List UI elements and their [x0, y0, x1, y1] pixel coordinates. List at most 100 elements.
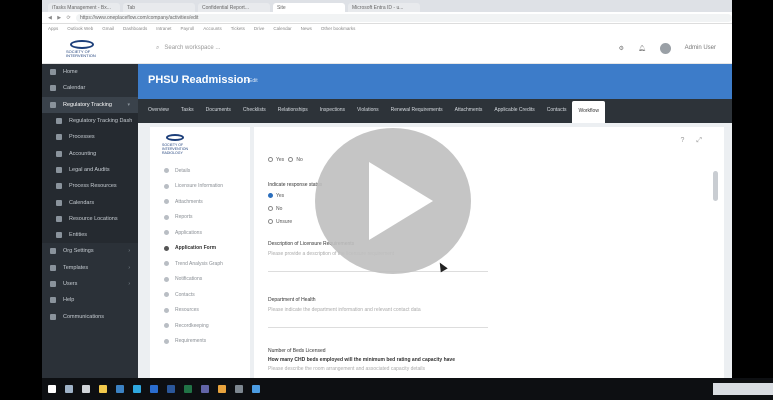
browser-tab[interactable]: Tab [123, 3, 195, 12]
form-actions: ? ⤢ [680, 137, 702, 145]
settings-icon[interactable]: ⚙ [619, 45, 624, 52]
tab-attachments[interactable]: Attachments [449, 99, 489, 123]
bookmark[interactable]: Intranet [156, 26, 171, 31]
sidebar-subitem[interactable]: Calendars [42, 194, 138, 211]
browser-tab[interactable]: Microsoft Entra ID - u... [348, 3, 420, 12]
sidebar-subitem[interactable]: Process Resources [42, 178, 138, 195]
store-icon[interactable] [252, 385, 260, 393]
sidebar-subitem[interactable]: Legal and Audits [42, 161, 138, 179]
browser-tab[interactable]: Confidential Report... [198, 3, 270, 12]
sidebar-item-help[interactable]: Help [42, 292, 138, 308]
radio-button[interactable] [268, 219, 273, 225]
app-header: SOCIETY OF INTERVENTION ⌕ Search workspa… [42, 33, 732, 64]
bookmark[interactable]: Tickets [231, 26, 245, 31]
sidebar-subitem[interactable]: Accounting [42, 145, 138, 162]
search-icon[interactable] [65, 385, 73, 393]
section-nav-item[interactable]: Requirements [150, 334, 250, 350]
expand-icon[interactable]: ⤢ [696, 137, 702, 145]
tab-inspections[interactable]: Inspections [314, 99, 351, 123]
sidebar-subitem[interactable]: Processes [42, 129, 138, 146]
tab-contacts[interactable]: Contacts [541, 99, 573, 123]
brand-logo[interactable]: SOCIETY OF INTERVENTION [64, 38, 116, 58]
tab-tasks[interactable]: Tasks [175, 99, 200, 123]
sidebar-subitem[interactable]: Resource Locations [42, 210, 138, 227]
scrollbar[interactable] [713, 171, 718, 201]
search-input[interactable]: Search workspace ... [164, 45, 220, 51]
radio-option[interactable]: Yes [268, 193, 284, 199]
section-nav-item[interactable]: Attachments [150, 194, 250, 210]
section-nav-item[interactable]: Details [150, 163, 250, 179]
excel-icon[interactable] [184, 385, 192, 393]
bullet-icon [164, 338, 169, 344]
settings-icon[interactable] [235, 385, 243, 393]
page-title-meta[interactable]: - Edit [246, 78, 258, 84]
bookmark[interactable]: Accounts [203, 26, 222, 31]
sidebar-item-users[interactable]: Users › [42, 276, 138, 292]
sidebar-item-templates[interactable]: Templates › [42, 260, 138, 276]
word-icon[interactable] [167, 385, 175, 393]
radio-option[interactable]: No [268, 206, 282, 212]
bullet-icon [164, 214, 169, 220]
radio-button[interactable] [268, 206, 273, 212]
play-button-icon[interactable] [313, 126, 473, 276]
browser-tab[interactable]: iTasks Management - Bx... [48, 3, 120, 12]
explorer-icon[interactable] [99, 385, 107, 393]
tab-relationships[interactable]: Relationships [272, 99, 314, 123]
bookmark[interactable]: Calendar [273, 26, 291, 31]
bookmark[interactable]: Apps [48, 26, 58, 31]
browser-tab-active[interactable]: Site [273, 3, 345, 12]
radio-button[interactable] [288, 157, 294, 163]
bookmark[interactable]: Gmail [102, 26, 114, 31]
bookmark[interactable]: Dashboards [123, 26, 147, 31]
section-nav-item[interactable]: Applications [150, 225, 250, 241]
tab-overview[interactable]: Overview [142, 99, 175, 123]
url-field[interactable]: https://www.oneplaceflow.com/company/act… [76, 13, 732, 22]
sidebar-item-communications[interactable]: Communications [42, 308, 138, 324]
files-icon[interactable] [218, 385, 226, 393]
system-tray[interactable] [713, 383, 773, 395]
user-name[interactable]: Admin User [685, 45, 716, 51]
tab-applicable-credits[interactable]: Applicable Credits [488, 99, 540, 123]
tab-workflow[interactable]: Workflow [572, 101, 605, 123]
section-nav-item[interactable]: Resources [150, 303, 250, 319]
section-nav-item[interactable]: Contacts [150, 287, 250, 303]
bookmark[interactable]: News [301, 26, 312, 31]
radio-button-selected[interactable] [268, 193, 273, 199]
sidebar-subitem[interactable]: Entities [42, 226, 138, 244]
section-nav-item[interactable]: Reports [150, 210, 250, 226]
tab-documents[interactable]: Documents [200, 99, 237, 123]
tab-violations[interactable]: Violations [351, 99, 385, 123]
global-search[interactable]: ⌕ Search workspace ... [156, 45, 220, 52]
department-input[interactable] [268, 315, 488, 328]
taskview-icon[interactable] [82, 385, 90, 393]
edge-icon[interactable] [133, 385, 141, 393]
outlook-icon[interactable] [150, 385, 158, 393]
notification-icon[interactable]: 🔔︎ [638, 45, 646, 52]
bookmark[interactable]: Payroll [181, 26, 195, 31]
start-icon[interactable] [48, 385, 56, 393]
radio-button[interactable] [268, 157, 273, 163]
section-nav-item[interactable]: Notifications [150, 272, 250, 288]
radio-option[interactable]: Unsure [268, 219, 292, 225]
sidebar-subitem[interactable]: Regulatory Tracking Dash [42, 112, 138, 130]
tab-renewal-requirements[interactable]: Renewal Requirements [385, 99, 449, 123]
sidebar-item-regulatory-tracking[interactable]: Regulatory Tracking ▾ [42, 96, 138, 113]
nav-buttons-icon[interactable]: ◀ ▶ ⟳ [48, 15, 76, 21]
sidebar-item-org-settings[interactable]: Org Settings › [42, 243, 138, 259]
bookmark[interactable]: Other bookmarks [321, 26, 356, 31]
section-nav-item[interactable]: Trend Analysis Graph [150, 256, 250, 272]
sidebar-item-calendar[interactable]: Calendar [42, 80, 138, 96]
teams-icon[interactable] [201, 385, 209, 393]
bookmark[interactable]: Outlook Web [67, 26, 93, 31]
help-icon[interactable]: ? [680, 137, 684, 145]
chrome-icon[interactable] [116, 385, 124, 393]
section-nav-item-active[interactable]: Application Form [150, 241, 250, 257]
section-nav-item[interactable]: Licensure Information [150, 179, 250, 195]
field-question: How many CHD beds employed will the mini… [268, 357, 455, 363]
bookmark[interactable]: Drive [254, 26, 265, 31]
section-nav-item[interactable]: Recordkeeping [150, 318, 250, 334]
avatar[interactable] [659, 42, 671, 54]
logo-eye-icon [70, 40, 94, 49]
tab-checklists[interactable]: Checklists [237, 99, 272, 123]
sidebar-item-home[interactable]: Home [42, 64, 138, 80]
